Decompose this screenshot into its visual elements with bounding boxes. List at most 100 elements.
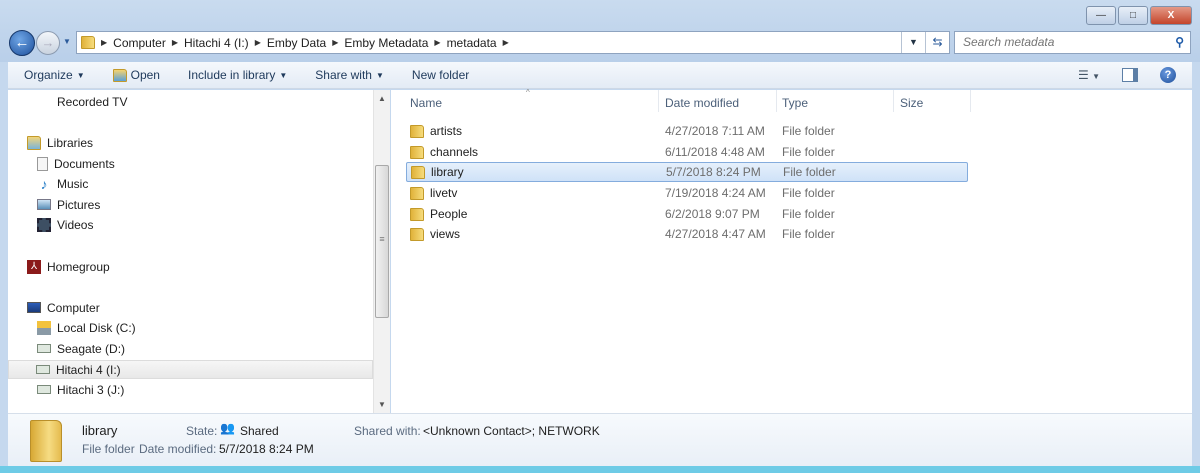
file-name: People: [430, 207, 468, 221]
column-divider[interactable]: [658, 90, 659, 112]
breadcrumb-emby-data[interactable]: Emby Data: [267, 36, 326, 50]
breadcrumb-metadata[interactable]: metadata: [447, 36, 497, 50]
nav-label: Recorded TV: [57, 94, 128, 109]
file-row[interactable]: People 6/2/2018 9:07 PM File folder: [406, 204, 968, 224]
chevron-down-icon: ▼: [375, 70, 384, 80]
chevron-right-icon[interactable]: ▶: [503, 38, 509, 47]
file-name: livetv: [430, 186, 458, 200]
nav-label: Homegroup: [47, 259, 110, 274]
column-divider[interactable]: [893, 90, 894, 112]
nav-local-disk-c[interactable]: Local Disk (C:): [37, 318, 136, 337]
nav-recorded-tv[interactable]: Recorded TV: [57, 92, 127, 111]
nav-label: Computer: [47, 300, 100, 315]
search-icon[interactable]: ⚲: [1175, 32, 1184, 53]
nav-homegroup[interactable]: ⅄ Homegroup: [27, 257, 110, 276]
close-button[interactable]: X: [1150, 6, 1192, 25]
computer-icon: [27, 302, 41, 313]
address-bar[interactable]: ▶ Computer ▶ Hitachi 4 (I:) ▶ Emby Data ▶ Em…: [76, 31, 950, 54]
nav-computer[interactable]: Computer: [27, 298, 100, 317]
file-row[interactable]: livetv 7/19/2018 4:24 AM File folder: [406, 183, 968, 203]
chevron-right-icon[interactable]: ▶: [332, 38, 338, 47]
details-state: Shared: [240, 424, 279, 438]
nav-libraries[interactable]: Libraries: [27, 133, 93, 152]
open-folder-icon: [112, 68, 127, 82]
shared-users-icon: 👥: [220, 421, 235, 435]
breadcrumb-emby-metadata[interactable]: Emby Metadata: [344, 36, 428, 50]
file-type: File folder: [782, 124, 835, 138]
scroll-up-icon[interactable]: ▲: [374, 94, 390, 103]
file-date: 4/27/2018 7:11 AM: [665, 124, 765, 138]
navigation-scrollbar[interactable]: ▲ ≡ ▼: [373, 90, 390, 413]
column-divider[interactable]: [970, 90, 971, 112]
nav-music[interactable]: ♪ Music: [37, 174, 89, 193]
chevron-right-icon[interactable]: ▶: [101, 38, 107, 47]
nav-videos[interactable]: Videos: [37, 215, 93, 234]
file-type: File folder: [783, 165, 836, 179]
nav-label: Libraries: [47, 135, 94, 150]
drive-icon: [37, 344, 51, 353]
search-box[interactable]: ⚲: [954, 31, 1191, 54]
scrollbar-thumb[interactable]: ≡: [375, 165, 389, 318]
file-row[interactable]: views 4/27/2018 4:47 AM File folder: [406, 224, 968, 244]
new-folder-button[interactable]: New folder: [412, 68, 469, 82]
file-row[interactable]: artists 4/27/2018 7:11 AM File folder: [406, 121, 968, 141]
column-header-size[interactable]: Size: [900, 96, 923, 110]
file-date: 5/7/2018 8:24 PM: [666, 165, 761, 179]
details-kind: File folder: [82, 442, 135, 456]
breadcrumb-hitachi4[interactable]: Hitachi 4 (I:): [184, 36, 249, 50]
maximize-button[interactable]: □: [1118, 6, 1148, 25]
chevron-right-icon[interactable]: ▶: [172, 38, 178, 47]
nav-seagate-d[interactable]: Seagate (D:): [37, 339, 125, 358]
nav-hitachi4-i[interactable]: Hitachi 4 (I:): [8, 360, 373, 379]
drive-icon: [36, 365, 50, 374]
details-pane: library File folder Date modified: 5/7/2…: [8, 413, 1192, 466]
window-border: [0, 466, 1200, 473]
share-with-button[interactable]: Share with ▼: [315, 68, 384, 82]
file-name: channels: [430, 145, 479, 159]
preview-pane-icon[interactable]: [1122, 68, 1138, 82]
help-icon[interactable]: ?: [1160, 67, 1176, 83]
column-divider[interactable]: [776, 90, 777, 112]
address-history-dropdown[interactable]: ▼: [901, 32, 925, 53]
file-name: library: [431, 165, 464, 179]
system-drive-icon: [37, 320, 51, 335]
view-options-icon[interactable]: ☰ ▼: [1078, 68, 1100, 82]
file-row[interactable]: channels 6/11/2018 4:48 AM File folder: [406, 142, 968, 162]
chevron-down-icon: ▼: [279, 70, 288, 80]
nav-label: Music: [57, 176, 89, 191]
folder-icon: [410, 207, 424, 221]
folder-icon: [410, 227, 424, 241]
drive-icon: [37, 385, 51, 394]
column-header-date[interactable]: Date modified: [665, 96, 739, 110]
file-type: File folder: [782, 186, 835, 200]
forward-button[interactable]: →: [36, 31, 60, 55]
open-label: Open: [130, 68, 160, 82]
search-input[interactable]: [963, 35, 1153, 49]
column-header-name[interactable]: Name: [410, 96, 442, 110]
details-shared-with: <Unknown Contact>; NETWORK: [423, 424, 600, 438]
nav-documents[interactable]: Documents: [37, 154, 115, 173]
recent-pages-dropdown[interactable]: ▼: [63, 37, 71, 46]
breadcrumb-computer[interactable]: Computer: [113, 36, 166, 50]
toolbar: Organize ▼ Open Include in library ▼ Share…: [8, 62, 1192, 89]
column-header-type[interactable]: Type: [782, 96, 808, 110]
minimize-button[interactable]: —: [1086, 6, 1116, 25]
videos-icon: [37, 217, 51, 232]
details-date: 5/7/2018 8:24 PM: [219, 442, 314, 456]
organize-button[interactable]: Organize ▼: [24, 68, 85, 82]
sort-ascending-icon: ^: [526, 88, 530, 97]
scroll-down-icon[interactable]: ▼: [374, 400, 390, 409]
open-button[interactable]: Open: [112, 68, 160, 82]
file-type: File folder: [782, 207, 835, 221]
back-button[interactable]: ←: [9, 30, 35, 56]
chevron-right-icon[interactable]: ▶: [434, 38, 440, 47]
file-row-selected[interactable]: library 5/7/2018 8:24 PM File folder: [406, 162, 968, 182]
nav-pictures[interactable]: Pictures: [37, 195, 100, 214]
include-in-library-button[interactable]: Include in library ▼: [188, 68, 287, 82]
navigation-pane: Recorded TV Libraries Documents ♪ Music P…: [8, 90, 373, 413]
pictures-icon: [37, 199, 51, 210]
nav-hitachi3-j[interactable]: Hitachi 3 (J:): [37, 380, 124, 399]
chevron-right-icon[interactable]: ▶: [255, 38, 261, 47]
organize-label: Organize: [24, 68, 73, 82]
refresh-icon[interactable]: ⇆: [925, 32, 949, 53]
